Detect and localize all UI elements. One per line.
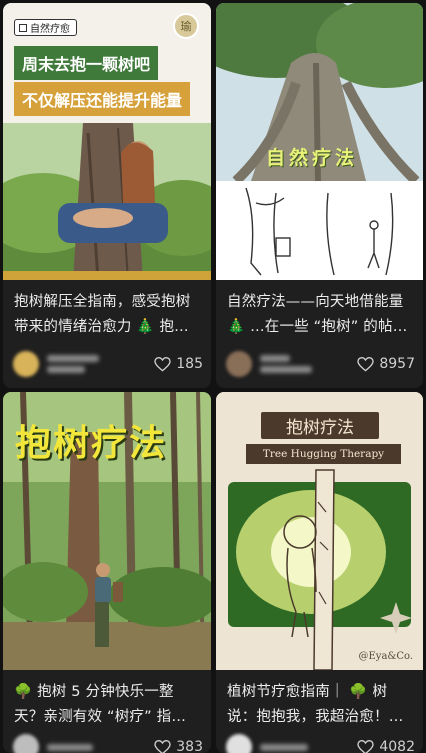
avatar[interactable] (226, 351, 252, 377)
heart-icon (154, 356, 171, 372)
heart-icon (357, 739, 375, 753)
like-button[interactable]: 383 (154, 739, 203, 753)
cover-heading: 抱树疗法 (15, 423, 168, 464)
cover-signature: @Eya&Co. (358, 651, 414, 662)
author-name-blurred[interactable] (260, 355, 312, 373)
brand-logo-text: 瑜 (180, 20, 192, 33)
cover-illustration (3, 3, 211, 280)
cover-heading: 自然疗法 (266, 147, 359, 169)
like-count: 383 (176, 739, 203, 753)
like-count: 185 (176, 356, 203, 372)
note-card[interactable]: 自然疗法 自然疗法——向天地借能量 🎄 …在一些 “抱树” 的帖… 8957 (216, 3, 423, 388)
cover-illustration (216, 3, 423, 280)
note-card[interactable]: 抱树疗法 🌳 抱树 5 分钟快乐一整天？亲测有效 “树疗” 指… 383 (3, 392, 211, 753)
note-title[interactable]: 🌳 抱树 5 分钟快乐一整天？亲测有效 “树疗” 指… (14, 680, 203, 730)
note-title[interactable]: 自然疗法——向天地借能量 🎄 …在一些 “抱树” 的帖… (227, 290, 415, 340)
like-count: 4082 (379, 739, 415, 753)
avatar[interactable] (13, 734, 39, 753)
cover-subheading: Tree Hugging Therapy (246, 444, 401, 464)
author-name-blurred[interactable] (47, 743, 93, 751)
author-name-blurred[interactable] (47, 355, 99, 373)
category-tag: 自然疗愈 (14, 19, 77, 36)
like-button[interactable]: 8957 (357, 356, 415, 372)
note-meta: 383 (13, 734, 203, 753)
cover-subheadline: 不仅解压还能提升能量 (14, 82, 191, 116)
tag-label: 自然疗愈 (30, 24, 70, 35)
like-button[interactable]: 185 (154, 356, 203, 372)
avatar[interactable] (226, 734, 252, 753)
like-count: 8957 (379, 356, 415, 372)
note-cover-image[interactable]: 抱树疗法 (3, 392, 211, 670)
author-name-blurred[interactable] (260, 743, 308, 751)
heart-icon (154, 739, 171, 753)
note-cover-image[interactable]: 抱树疗法 Tree Hugging Therapy @Eya&Co. (216, 392, 423, 670)
note-meta: 185 (13, 351, 203, 377)
note-meta: 8957 (226, 351, 415, 377)
note-feed-grid: 自然疗愈 瑜 周末去抱一颗树吧 不仅解压还能提升能量 抱树解压全指南，感受抱树带… (0, 0, 426, 753)
avatar[interactable] (13, 351, 39, 377)
cover-heading: 抱树疗法 (261, 412, 379, 439)
brand-logo: 瑜 (173, 13, 199, 39)
note-cover-image[interactable]: 自然疗愈 瑜 周末去抱一颗树吧 不仅解压还能提升能量 (3, 3, 211, 280)
like-button[interactable]: 4082 (357, 739, 415, 753)
cover-headline: 周末去抱一颗树吧 (14, 46, 159, 80)
note-meta: 4082 (226, 734, 415, 753)
heart-icon (357, 356, 375, 372)
note-title[interactable]: 植树节疗愈指南｜ 🌳 树说：抱抱我，我超治愈！… (227, 680, 415, 730)
note-card[interactable]: 抱树疗法 Tree Hugging Therapy @Eya&Co. 植树节疗愈… (216, 392, 423, 753)
note-cover-image[interactable]: 自然疗法 (216, 3, 423, 280)
note-card[interactable]: 自然疗愈 瑜 周末去抱一颗树吧 不仅解压还能提升能量 抱树解压全指南，感受抱树带… (3, 3, 211, 388)
note-title[interactable]: 抱树解压全指南，感受抱树带来的情绪治愈力 🎄 抱… (14, 290, 203, 340)
tag-square-icon (19, 23, 27, 32)
